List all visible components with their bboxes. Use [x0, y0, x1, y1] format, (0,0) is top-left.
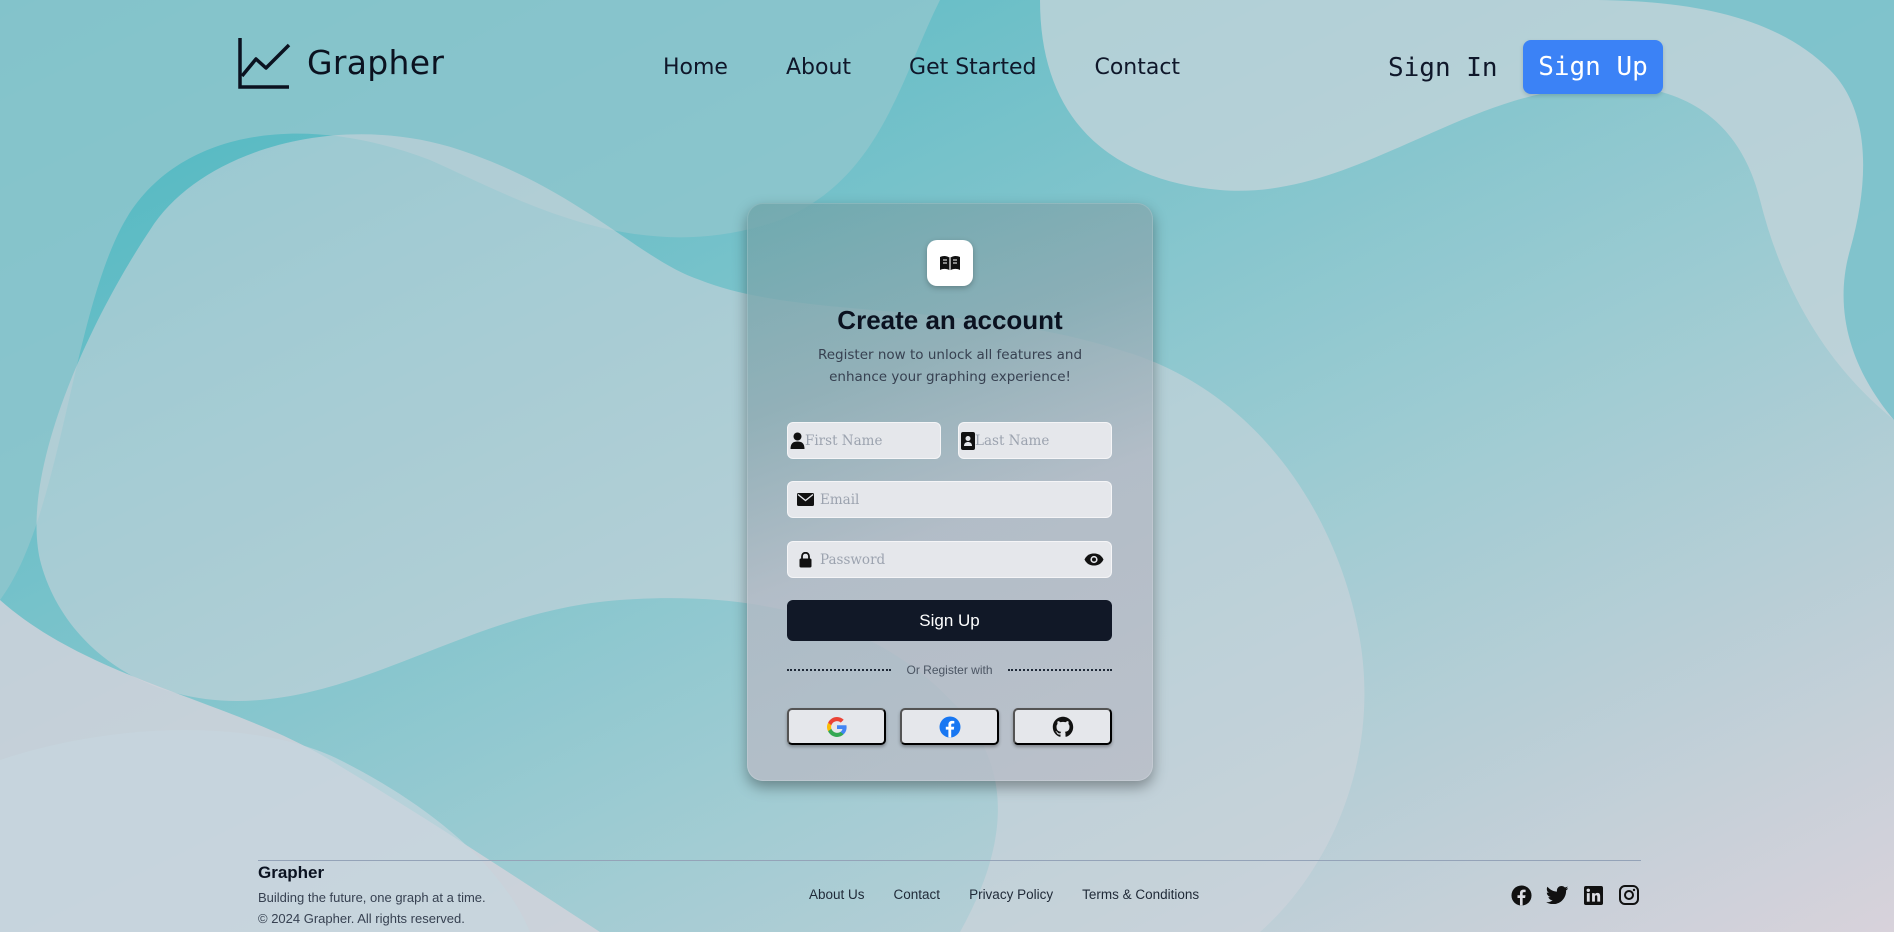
main-nav: Home About Get Started Contact: [663, 54, 1238, 82]
twitter-icon[interactable]: [1546, 884, 1568, 906]
or-divider: Or Register with: [787, 662, 1112, 678]
footer-brand: Grapher: [258, 863, 325, 882]
sign-in-button[interactable]: Sign In: [1370, 47, 1516, 89]
nav-get-started[interactable]: Get Started: [909, 54, 1036, 82]
email-input[interactable]: [820, 482, 1111, 517]
last-name-field[interactable]: [958, 422, 1147, 459]
footer-link-terms[interactable]: Terms & Conditions: [1082, 887, 1199, 902]
github-register-button[interactable]: [1013, 708, 1112, 745]
nav-about[interactable]: About: [786, 54, 851, 82]
contact-card-icon: [961, 431, 975, 450]
footer-link-contact[interactable]: Contact: [894, 887, 941, 902]
register-card: Create an account Register now to unlock…: [747, 203, 1153, 781]
first-name-input[interactable]: [805, 423, 977, 458]
line-chart-icon: [238, 38, 291, 89]
instagram-icon[interactable]: [1618, 884, 1640, 906]
footer-copyright: © 2024 Grapher. All rights reserved.: [258, 911, 465, 926]
lock-icon: [790, 551, 820, 568]
google-icon: [826, 716, 847, 737]
footer-divider: [258, 860, 1641, 861]
submit-sign-up-button[interactable]: Sign Up: [787, 600, 1112, 641]
top-navbar: Grapher Home About Get Started Contact S…: [0, 0, 1894, 135]
footer-social-icons: [1510, 884, 1654, 906]
password-input[interactable]: [820, 542, 1077, 577]
facebook-icon: [939, 716, 960, 737]
brand-name: Grapher: [307, 43, 445, 82]
sign-up-button[interactable]: Sign Up: [1523, 40, 1663, 94]
footer-links: About Us Contact Privacy Policy Terms & …: [809, 887, 1228, 902]
footer-link-privacy-policy[interactable]: Privacy Policy: [969, 887, 1053, 902]
card-subtitle: Register now to unlock all features and …: [817, 347, 1083, 385]
footer-link-about-us[interactable]: About Us: [809, 887, 865, 902]
github-icon: [1052, 716, 1073, 737]
user-icon: [790, 432, 805, 449]
divider-line-left: [787, 669, 891, 671]
nav-home[interactable]: Home: [663, 54, 728, 82]
card-badge: [927, 240, 973, 286]
eye-icon[interactable]: [1077, 553, 1111, 566]
envelope-icon: [790, 493, 820, 506]
linkedin-icon[interactable]: [1582, 884, 1604, 906]
open-book-icon: [940, 255, 960, 271]
divider-text: Or Register with: [906, 663, 993, 677]
card-title: Create an account: [837, 305, 1063, 335]
email-field[interactable]: [787, 481, 1112, 518]
first-name-field[interactable]: [787, 422, 977, 459]
facebook-register-button[interactable]: [900, 708, 999, 745]
last-name-input[interactable]: [975, 423, 1147, 458]
facebook-icon[interactable]: [1510, 884, 1532, 906]
password-field[interactable]: [787, 541, 1112, 578]
nav-contact[interactable]: Contact: [1094, 54, 1180, 82]
footer-tagline: Building the future, one graph at a time…: [258, 890, 486, 905]
divider-line-right: [1008, 669, 1112, 671]
brand-logo[interactable]: Grapher: [238, 36, 444, 89]
google-register-button[interactable]: [787, 708, 886, 745]
